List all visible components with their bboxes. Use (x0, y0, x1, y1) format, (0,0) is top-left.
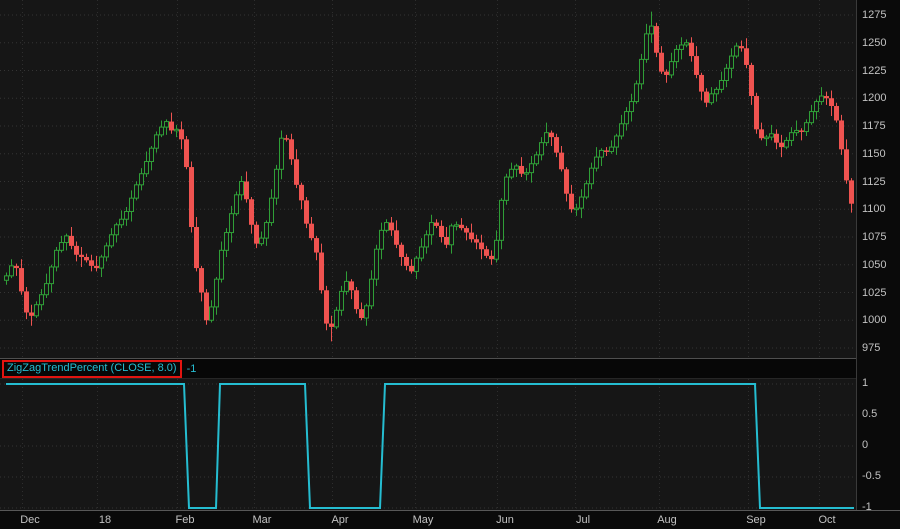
study-value: -1 (187, 363, 197, 375)
price-tick-label: 1225 (862, 65, 886, 77)
price-tick-label: 1125 (862, 176, 886, 188)
time-axis-label: May (413, 514, 434, 526)
price-tick-label: 1150 (862, 148, 886, 160)
price-tick-label: 1175 (862, 120, 886, 132)
study-label-strip: ZigZagTrendPercent (CLOSE, 8.0) -1 (0, 358, 856, 378)
price-pane[interactable] (0, 0, 856, 358)
price-tick-label: 1100 (862, 203, 886, 215)
time-axis-label: 18 (99, 514, 111, 526)
indicator-tick-label: 0.5 (862, 408, 877, 420)
indicator-tick-label: 0 (862, 439, 868, 451)
price-tick-label: 975 (862, 342, 880, 354)
indicator-plot (0, 379, 856, 510)
time-axis-label: Dec (20, 514, 40, 526)
price-axis[interactable]: 1275 1250 1225 1200 1175 1150 1125 1100 1075 1050… (856, 0, 900, 510)
time-axis-label: Mar (253, 514, 272, 526)
price-tick-label: 1200 (862, 92, 886, 104)
price-tick-label: 1075 (862, 231, 886, 243)
price-tick-label: 1275 (862, 9, 886, 21)
candlestick-plot (0, 0, 856, 358)
price-tick-label: 1025 (862, 287, 886, 299)
time-axis-label: Aug (657, 514, 677, 526)
time-axis-label: Feb (176, 514, 195, 526)
time-axis-label: Oct (818, 514, 835, 526)
price-tick-label: 1000 (862, 314, 886, 326)
price-tick-label: 1050 (862, 259, 886, 271)
time-axis-label: Jun (496, 514, 514, 526)
chart-window: ZigZagTrendPercent (CLOSE, 8.0) -1 12751… (0, 0, 900, 529)
time-axis-label: Apr (331, 514, 348, 526)
time-axis[interactable]: Dec 18 Feb Mar Apr May Jun Jul Aug Sep Oct (0, 510, 900, 529)
indicator-tick-label: 1 (862, 377, 868, 389)
price-tick-label: 1250 (862, 37, 886, 49)
study-label[interactable]: ZigZagTrendPercent (CLOSE, 8.0) (2, 360, 182, 378)
time-axis-label: Sep (746, 514, 766, 526)
indicator-tick-label: -0.5 (862, 470, 881, 482)
indicator-pane[interactable] (0, 378, 856, 510)
time-axis-label: Jul (576, 514, 590, 526)
